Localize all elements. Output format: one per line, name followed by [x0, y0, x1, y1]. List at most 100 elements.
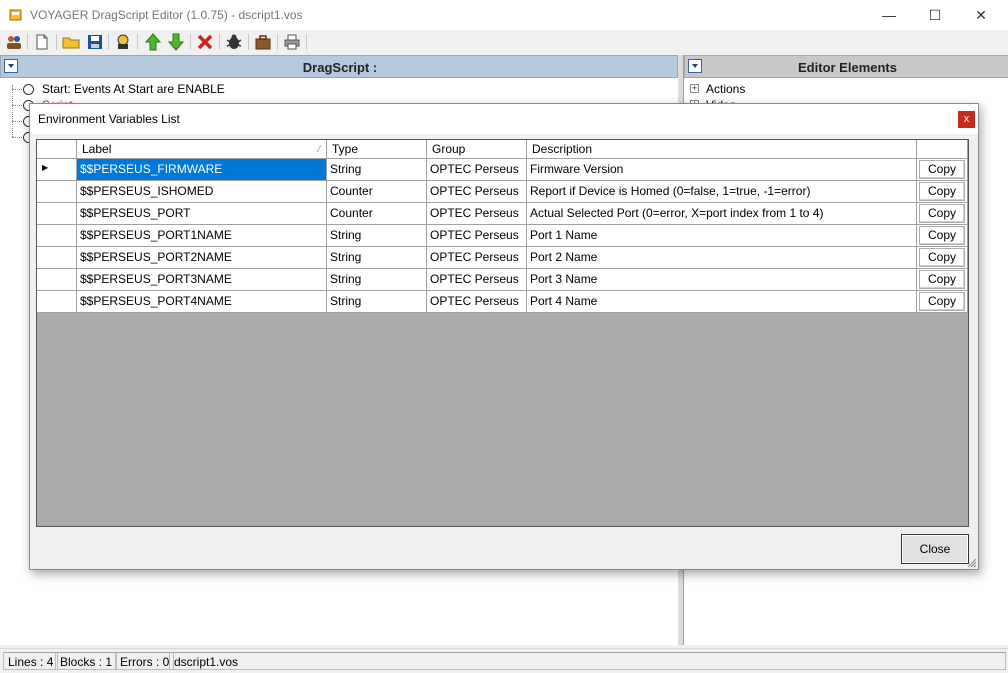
row-header[interactable]: ▶ — [37, 159, 77, 181]
column-label-text: Label — [82, 142, 112, 156]
copy-button[interactable]: Copy — [919, 182, 965, 201]
close-window-button[interactable]: ✕ — [958, 0, 1004, 30]
print-icon[interactable] — [283, 33, 301, 51]
dialog-close-icon[interactable]: x — [958, 111, 975, 128]
toolbar — [0, 30, 1008, 54]
cell-label[interactable]: $$PERSEUS_PORT3NAME — [77, 269, 327, 291]
row-header[interactable] — [37, 291, 77, 313]
new-file-icon[interactable] — [33, 33, 51, 51]
cell-type[interactable]: String — [327, 269, 427, 291]
tree-item-start[interactable]: Start: Events At Start are ENABLE — [42, 82, 225, 96]
copy-button[interactable]: Copy — [919, 292, 965, 311]
dragscript-title: DragScript : — [302, 60, 378, 75]
row-header[interactable] — [37, 247, 77, 269]
cell-group[interactable]: OPTEC Perseus — [427, 225, 527, 247]
cell-label[interactable]: $$PERSEUS_ISHOMED — [77, 181, 327, 203]
table-row[interactable]: $$PERSEUS_PORT Counter OPTEC Perseus Actual… — [37, 203, 968, 225]
copy-button[interactable]: Copy — [919, 160, 965, 179]
resize-grip-icon[interactable] — [965, 556, 977, 568]
cell-type[interactable]: String — [327, 225, 427, 247]
cell-group[interactable]: OPTEC Perseus — [427, 159, 527, 181]
app-icon — [9, 8, 22, 21]
close-button[interactable]: Close — [901, 534, 969, 564]
status-bar: Lines : 4 Blocks : 1 Errors : 0 dscript1… — [0, 648, 1008, 673]
row-header-corner — [37, 140, 77, 159]
cell-description[interactable]: Port 4 Name — [527, 291, 917, 313]
table-row[interactable]: $$PERSEUS_PORT4NAME String OPTEC Perseus Po… — [37, 291, 968, 313]
table-row[interactable]: $$PERSEUS_PORT3NAME String OPTEC Perseus Po… — [37, 269, 968, 291]
status-lines: Lines : 4 — [3, 652, 59, 670]
column-header-group[interactable]: Group — [427, 140, 527, 159]
copy-button[interactable]: Copy — [919, 270, 965, 289]
window-title: VOYAGER DragScript Editor (1.0.75) - dsc… — [30, 8, 303, 22]
users-icon[interactable] — [5, 33, 23, 51]
editor-elements-header: Editor Elements — [684, 55, 1008, 78]
editor-elements-title: Editor Elements — [798, 60, 897, 75]
cell-description[interactable]: Port 1 Name — [527, 225, 917, 247]
open-folder-icon[interactable] — [62, 33, 80, 51]
cell-group[interactable]: OPTEC Perseus — [427, 203, 527, 225]
copy-button[interactable]: Copy — [919, 248, 965, 267]
dialog-title-bar: Environment Variables List x — [30, 104, 978, 134]
wizard-icon[interactable] — [114, 33, 132, 51]
current-row-icon: ▶ — [42, 163, 49, 172]
table-row[interactable]: ▶ $$PERSEUS_FIRMWARE String OPTEC Perseus Fi… — [37, 159, 968, 181]
copy-button[interactable]: Copy — [919, 226, 965, 245]
cell-group[interactable]: OPTEC Perseus — [427, 291, 527, 313]
cell-label[interactable]: $$PERSEUS_PORT — [77, 203, 327, 225]
maximize-button[interactable]: ☐ — [912, 0, 958, 30]
delete-icon[interactable] — [196, 33, 214, 51]
cell-description[interactable]: Report if Device is Homed (0=false, 1=tr… — [527, 181, 917, 203]
copy-button[interactable]: Copy — [919, 204, 965, 223]
cell-group[interactable]: OPTEC Perseus — [427, 247, 527, 269]
status-blocks: Blocks : 1 — [55, 652, 118, 670]
cell-copy: Copy — [917, 291, 968, 313]
row-header[interactable] — [37, 225, 77, 247]
variables-grid: Label ⁄ Type Group Description ▶ $$PERSEU… — [36, 139, 969, 527]
cell-description[interactable]: Actual Selected Port (0=error, X=port in… — [527, 203, 917, 225]
cell-copy: Copy — [917, 159, 968, 181]
cell-description[interactable]: Port 3 Name — [527, 269, 917, 291]
title-bar: VOYAGER DragScript Editor (1.0.75) - dsc… — [0, 0, 1008, 30]
move-down-icon[interactable] — [167, 33, 185, 51]
cell-type[interactable]: String — [327, 291, 427, 313]
dialog-title: Environment Variables List — [38, 112, 180, 126]
cell-label[interactable]: $$PERSEUS_FIRMWARE — [77, 159, 327, 181]
table-row[interactable]: $$PERSEUS_ISHOMED Counter OPTEC Perseus Rep… — [37, 181, 968, 203]
cell-type[interactable]: Counter — [327, 203, 427, 225]
node-circle-icon — [23, 84, 34, 95]
save-icon[interactable] — [86, 33, 104, 51]
cell-copy: Copy — [917, 203, 968, 225]
cell-label[interactable]: $$PERSEUS_PORT2NAME — [77, 247, 327, 269]
environment-variables-dialog: Environment Variables List x Label ⁄ Typ… — [29, 103, 979, 570]
toolbox-icon[interactable] — [254, 33, 272, 51]
table-row[interactable]: $$PERSEUS_PORT2NAME String OPTEC Perseus Po… — [37, 247, 968, 269]
dragscript-header: DragScript : — [0, 55, 678, 78]
move-up-icon[interactable] — [144, 33, 162, 51]
bug-icon[interactable] — [225, 33, 243, 51]
cell-type[interactable]: String — [327, 247, 427, 269]
expand-icon[interactable]: + — [690, 84, 699, 93]
cell-copy: Copy — [917, 225, 968, 247]
cell-type[interactable]: Counter — [327, 181, 427, 203]
sort-icon: ⁄ — [318, 144, 320, 154]
row-header[interactable] — [37, 181, 77, 203]
column-header-copy[interactable] — [917, 140, 968, 159]
cell-type[interactable]: String — [327, 159, 427, 181]
status-errors: Errors : 0 — [115, 652, 175, 670]
row-header[interactable] — [37, 203, 77, 225]
minimize-button[interactable]: — — [866, 0, 912, 30]
column-header-label[interactable]: Label ⁄ — [77, 140, 327, 159]
row-header[interactable] — [37, 269, 77, 291]
table-row[interactable]: $$PERSEUS_PORT1NAME String OPTEC Perseus Po… — [37, 225, 968, 247]
cell-label[interactable]: $$PERSEUS_PORT4NAME — [77, 291, 327, 313]
status-file: dscript1.vos — [169, 652, 1006, 670]
cell-description[interactable]: Port 2 Name — [527, 247, 917, 269]
cell-group[interactable]: OPTEC Perseus — [427, 269, 527, 291]
cell-label[interactable]: $$PERSEUS_PORT1NAME — [77, 225, 327, 247]
cell-description[interactable]: Firmware Version — [527, 159, 917, 181]
tree-item-actions[interactable]: Actions — [706, 82, 745, 96]
column-header-type[interactable]: Type — [327, 140, 427, 159]
cell-group[interactable]: OPTEC Perseus — [427, 181, 527, 203]
column-header-description[interactable]: Description — [527, 140, 917, 159]
